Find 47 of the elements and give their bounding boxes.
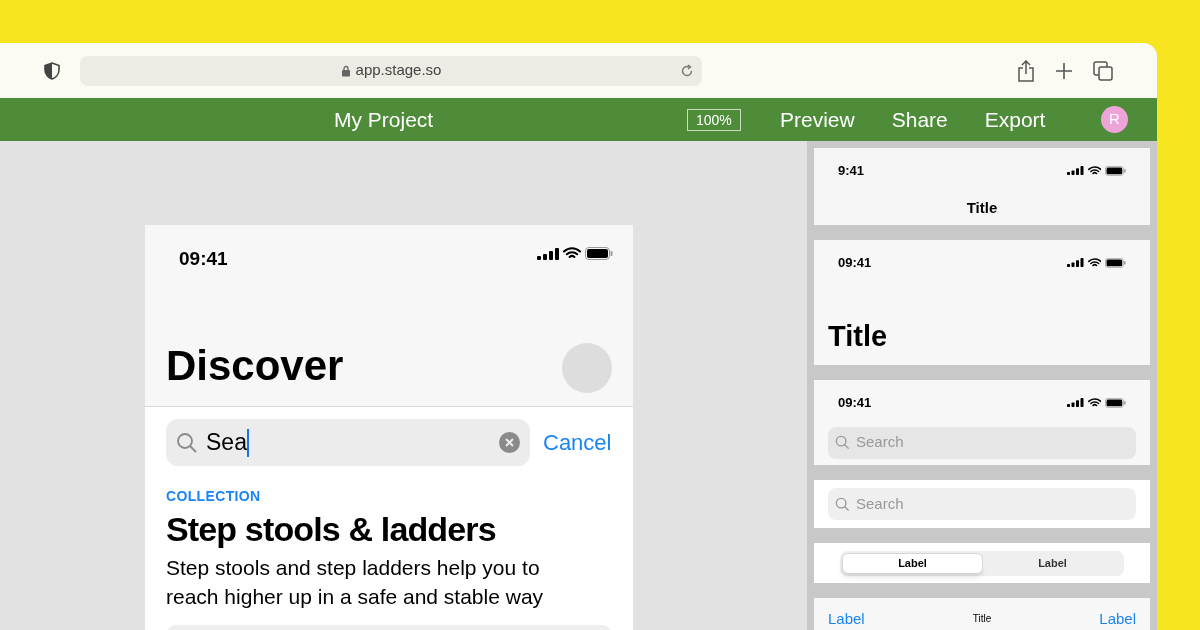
search-icon [176, 431, 198, 454]
header-action[interactable]: Export [984, 103, 1046, 136]
battery-icon [585, 247, 613, 260]
clear-icon[interactable] [499, 432, 520, 453]
status-time: 09:41 [179, 247, 228, 271]
address-bar[interactable]: app.stage.so [80, 55, 702, 86]
signal-icon [1067, 166, 1084, 176]
shield-icon[interactable] [44, 61, 60, 80]
header-action[interactable]: Share [891, 103, 948, 136]
status-time: 09:41 [838, 254, 872, 272]
search-icon [835, 435, 850, 450]
project-title: My Project [334, 106, 434, 133]
search-field[interactable]: Search [828, 488, 1136, 520]
large-title: Discover [166, 341, 344, 391]
wifi-icon [1087, 397, 1101, 408]
share-icon[interactable] [1017, 59, 1035, 82]
battery-icon [1105, 397, 1126, 408]
search-field[interactable]: Sea [166, 419, 530, 466]
wifi-icon [1087, 165, 1101, 176]
collection-heading: Step stools & ladders [166, 509, 497, 549]
large-title: Title [827, 318, 889, 354]
status-time: 09:41 [838, 394, 872, 412]
battery-icon [1105, 165, 1126, 176]
toolbar-link[interactable]: Label [1099, 611, 1136, 627]
tabs-icon[interactable] [1093, 60, 1113, 81]
search-field[interactable]: Search [828, 426, 1136, 459]
url-text: app.stage.so [355, 60, 442, 81]
battery-icon [1105, 257, 1126, 268]
wifi-icon [563, 247, 581, 260]
signal-icon [1067, 258, 1084, 268]
plus-icon[interactable] [1055, 61, 1073, 80]
header-action[interactable]: Preview [780, 103, 855, 136]
search-icon [835, 496, 850, 512]
toolbar-title: Title [972, 612, 992, 626]
lock-icon [340, 64, 351, 77]
cancel-link[interactable]: Cancel [543, 426, 612, 459]
toolbar-link[interactable]: Label [828, 611, 865, 627]
collection-label: COLLECTION [166, 487, 262, 506]
collection-description: Step stools and step ladders help you to reach higher up in a safe and stable way [166, 555, 545, 610]
signal-icon [537, 247, 559, 260]
signal-icon [1067, 398, 1084, 408]
zoom-level[interactable]: 100% [687, 108, 741, 131]
segment-tab[interactable]: Label [842, 552, 983, 574]
wifi-icon [1087, 257, 1101, 268]
reload-icon[interactable] [680, 63, 694, 78]
status-time: 9:41 [838, 162, 865, 180]
nav-title: Title [965, 197, 999, 218]
